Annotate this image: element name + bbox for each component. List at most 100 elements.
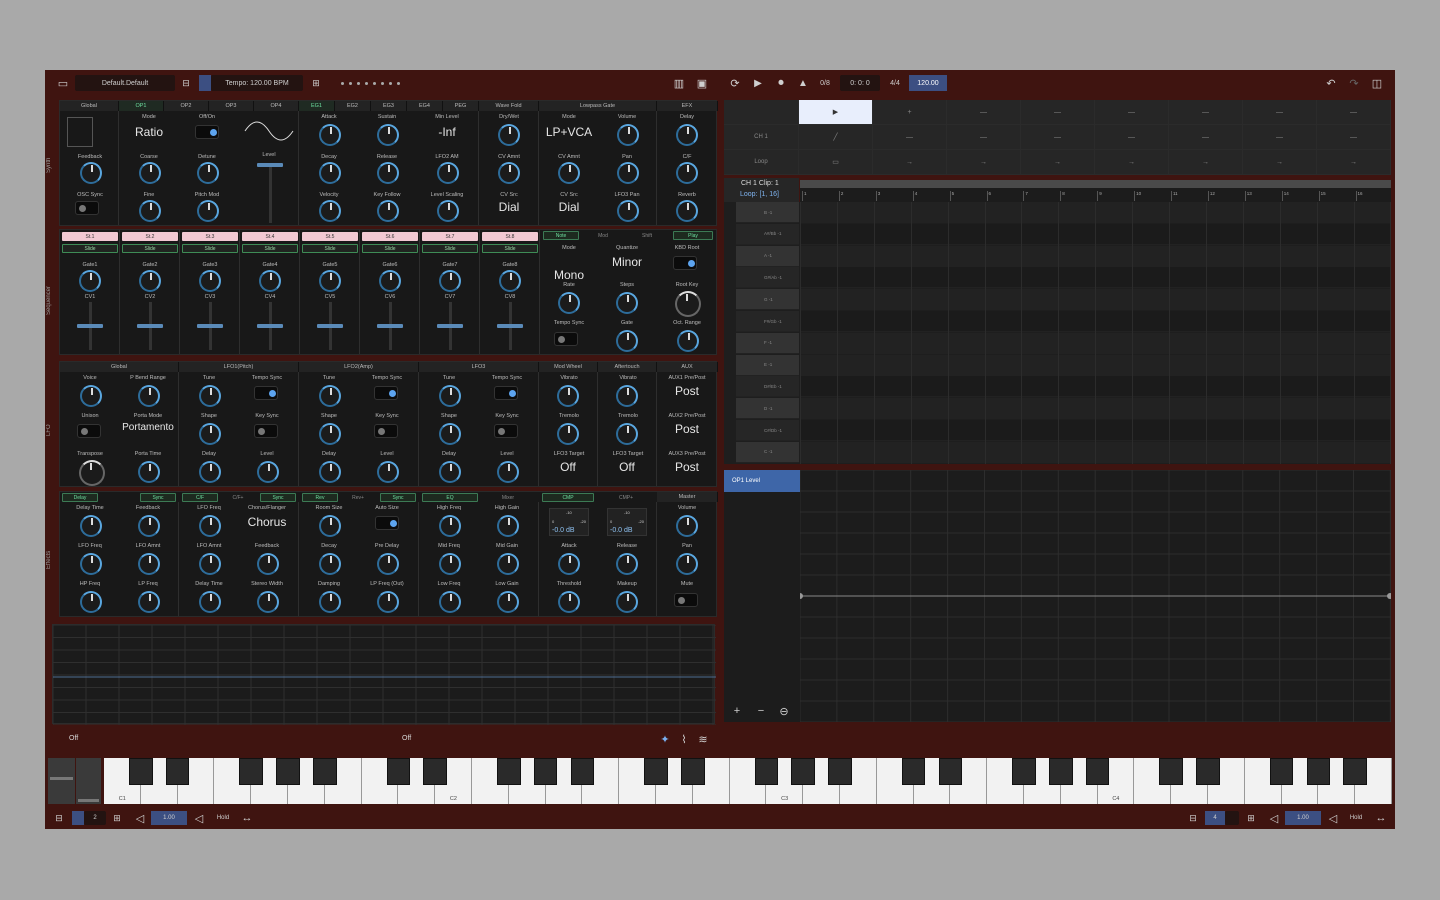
note-row-label[interactable]: C#/Db -1 <box>736 420 799 441</box>
black-key[interactable] <box>791 758 815 785</box>
fx-tab-rev[interactable]: Rev <box>302 493 338 502</box>
lfo3-pan-knob[interactable] <box>617 200 639 222</box>
metronome-icon[interactable]: ▲ <box>796 76 810 90</box>
automation-point[interactable] <box>1387 593 1393 599</box>
fx-tab-cmp-plus[interactable]: CMP+ <box>600 493 652 502</box>
cf-lfo-freq-knob[interactable] <box>199 515 221 537</box>
undo-icon[interactable]: ↶ <box>1324 76 1338 90</box>
lfo-tempo-sync-toggle[interactable] <box>494 386 518 400</box>
key-follow-knob[interactable] <box>377 200 399 222</box>
delay-lfo-freq-knob[interactable] <box>80 553 102 575</box>
seq-cv-fader[interactable] <box>77 324 103 328</box>
min-level-value[interactable]: -Inf <box>412 125 482 139</box>
lfo-key-sync-toggle[interactable] <box>374 424 398 438</box>
note-row-label[interactable]: A#/Bb -1 <box>736 223 799 245</box>
efx-delay-knob[interactable] <box>676 124 698 146</box>
waveform-icon[interactable] <box>243 115 295 147</box>
folder-icon[interactable]: ▭ <box>56 76 70 90</box>
seq-gate-knob[interactable] <box>439 270 461 292</box>
bpm-field[interactable]: 120.00 <box>909 75 947 91</box>
seq-gate-knob[interactable] <box>139 270 161 292</box>
mod-wheel[interactable] <box>76 758 101 804</box>
scope-right-off[interactable]: Off <box>402 735 411 742</box>
mid-gain-knob[interactable] <box>497 553 519 575</box>
seq-gate-knob[interactable] <box>499 270 521 292</box>
clip-slot[interactable]: + <box>873 100 947 125</box>
sidebar-toggle-icon[interactable]: ◫ <box>1370 76 1384 90</box>
lfo-shape-knob[interactable] <box>319 423 341 445</box>
mw-tremolo-knob[interactable] <box>557 423 579 445</box>
black-key[interactable] <box>129 758 153 785</box>
seq-steps-knob[interactable] <box>616 292 638 314</box>
seq-step-button[interactable]: St.1 <box>62 232 118 241</box>
aux2-value[interactable]: Post <box>652 422 722 436</box>
lpg-cv-amnt-knob[interactable] <box>558 162 580 184</box>
automation-lane[interactable] <box>797 469 1393 723</box>
tab-peg[interactable]: PEG <box>443 101 479 111</box>
left-volume-up-icon[interactable]: ◁ <box>192 811 206 825</box>
cmp-attack-knob[interactable] <box>558 553 580 575</box>
note-row-label[interactable]: A -1 <box>736 245 799 267</box>
lfo-tune-knob[interactable] <box>199 385 221 407</box>
tab-eg4[interactable]: EG4 <box>407 101 443 111</box>
add-lane-icon[interactable]: + <box>730 704 744 718</box>
aux3-value[interactable]: Post <box>652 460 722 474</box>
left-octave-down-icon[interactable]: ⊟ <box>52 811 66 825</box>
seq-slide-button[interactable]: Slide <box>482 244 538 253</box>
loop-label[interactable]: Loop <box>724 150 799 175</box>
black-key[interactable] <box>1269 758 1294 785</box>
scope-left-off[interactable]: Off <box>69 735 78 742</box>
spectrum-view-icon[interactable]: ≋ <box>696 732 710 746</box>
clip-slot[interactable]: — <box>947 100 1021 125</box>
seq-cv-fader[interactable] <box>437 324 463 328</box>
cv-amnt-knob[interactable] <box>498 162 520 184</box>
unison-toggle[interactable] <box>77 424 101 438</box>
lfo-level-knob[interactable] <box>497 461 519 483</box>
left-expand-icon[interactable]: ↔ <box>240 811 254 825</box>
note-row-label[interactable]: G -1 <box>736 289 799 311</box>
fine-knob[interactable] <box>139 200 161 222</box>
right-octave-value[interactable]: 4 <box>1205 811 1225 825</box>
master-pan-knob[interactable] <box>676 553 698 575</box>
clip-slot[interactable]: — <box>1095 125 1169 150</box>
feedback-knob[interactable] <box>80 162 102 184</box>
volume-knob[interactable] <box>617 124 639 146</box>
redo-icon[interactable]: ↷ <box>1347 76 1361 90</box>
tab-lowpass-gate[interactable]: Lowpass Gate <box>539 101 657 111</box>
hp-freq-knob[interactable] <box>80 591 102 613</box>
seq-step-button[interactable]: St.6 <box>362 232 418 241</box>
cf-lfo-amnt-knob[interactable] <box>199 553 221 575</box>
seq-cv-fader[interactable] <box>257 324 283 328</box>
rev-lp-knob[interactable] <box>377 591 399 613</box>
porta-mode-value[interactable]: Portamento <box>113 422 183 433</box>
left-octave-handle[interactable] <box>72 811 84 825</box>
root-key-knob[interactable] <box>675 291 701 317</box>
clip-slot[interactable] <box>724 100 799 125</box>
note-row-label[interactable]: D#/Eb -1 <box>736 376 799 398</box>
lp-freq-knob[interactable] <box>138 591 160 613</box>
aux1-value[interactable]: Post <box>652 384 722 398</box>
clip-slot[interactable]: — <box>1243 100 1317 125</box>
clip-slot[interactable]: — <box>1021 100 1095 125</box>
record-icon[interactable]: ⏺ <box>774 76 788 90</box>
fx-tab-rev-sync[interactable]: Sync <box>380 493 416 502</box>
tab-op2[interactable]: OP2 <box>164 101 209 111</box>
remove-lane-icon[interactable]: − <box>754 704 768 718</box>
left-octave-value[interactable]: 2 <box>84 811 106 825</box>
cf-feedback-knob[interactable] <box>257 553 279 575</box>
piano-view-icon[interactable]: ▥ <box>672 76 686 90</box>
low-freq-knob[interactable] <box>439 591 461 613</box>
pan-knob[interactable] <box>617 162 639 184</box>
seq-step-button[interactable]: St.4 <box>242 232 298 241</box>
note-row-label[interactable]: F#/Gb -1 <box>736 311 799 332</box>
black-key[interactable] <box>1343 758 1367 785</box>
black-key[interactable] <box>497 758 521 785</box>
rev-decay-knob[interactable] <box>319 553 341 575</box>
clip-slot[interactable]: — <box>1095 100 1169 125</box>
right-volume-down-icon[interactable]: ◁ <box>1267 811 1281 825</box>
seq-step-button[interactable]: St.5 <box>302 232 358 241</box>
seq-mode-value[interactable]: Mono <box>534 268 604 282</box>
clip-slot[interactable]: — <box>1169 125 1243 150</box>
black-key[interactable] <box>423 758 447 785</box>
fx-tab-eq[interactable]: EQ <box>422 493 478 502</box>
